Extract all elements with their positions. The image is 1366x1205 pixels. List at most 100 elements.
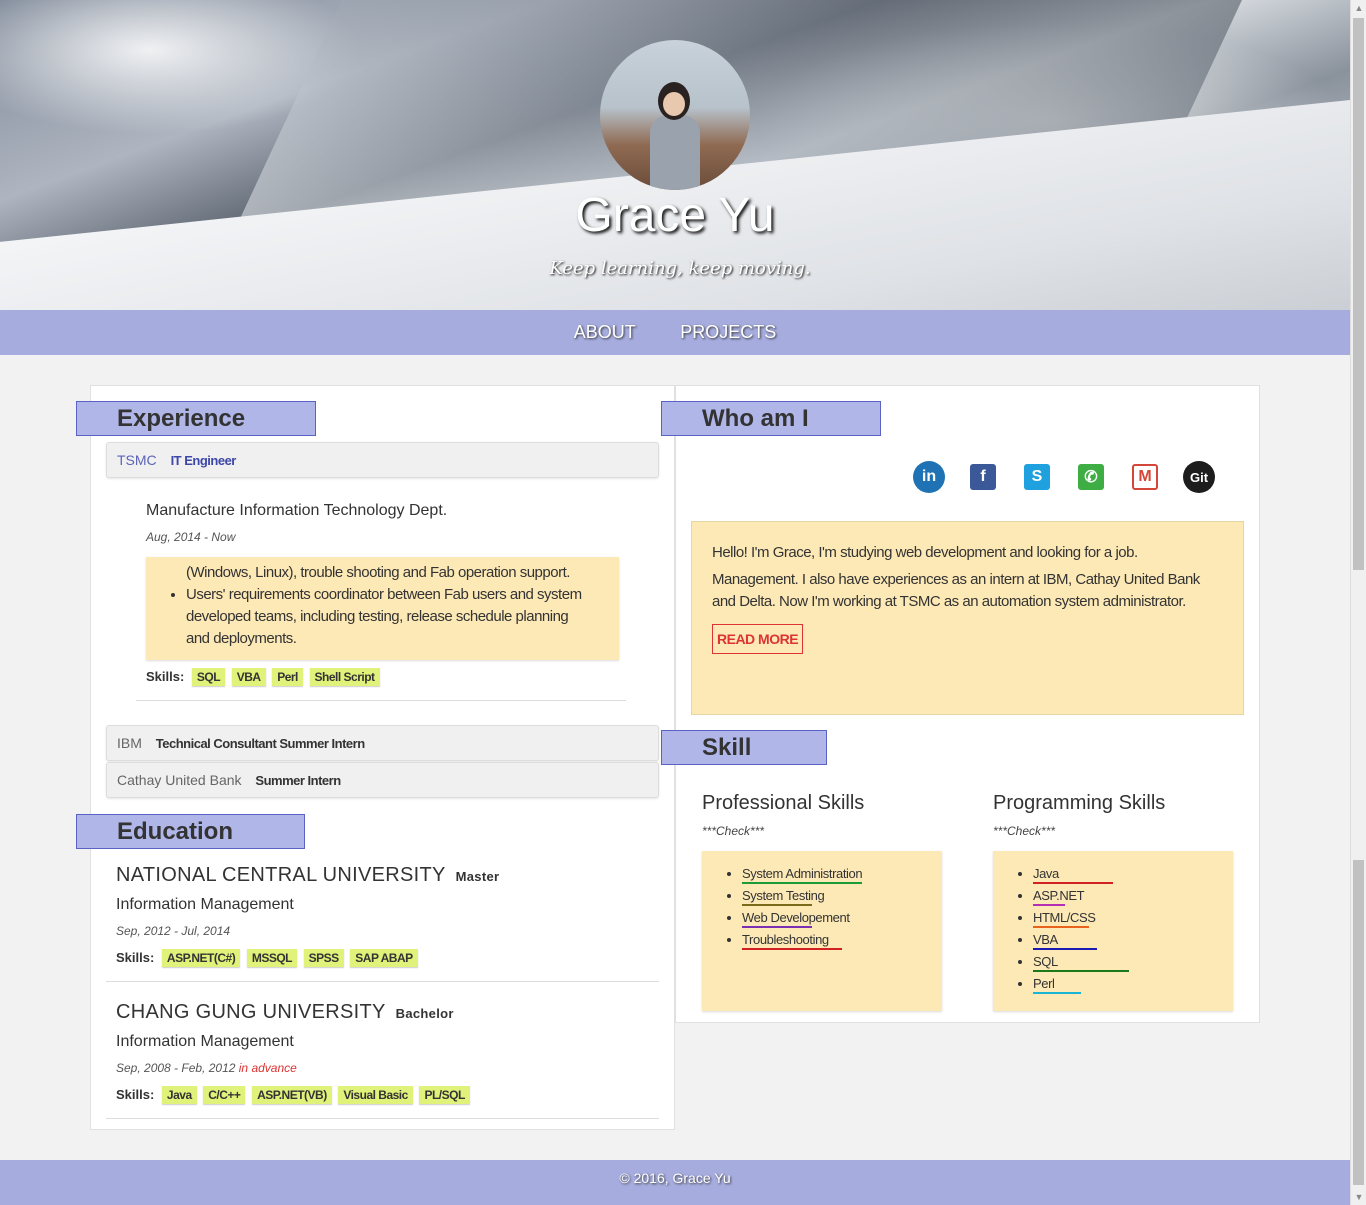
skill-item: Perl	[1033, 973, 1096, 995]
skill-chip: C/C++	[203, 1086, 246, 1104]
experience-heading: Experience	[76, 401, 316, 436]
scroll-up-icon[interactable]: ▲	[1354, 3, 1364, 13]
school-major: Information Management	[116, 896, 294, 913]
skill-chip: Visual Basic	[338, 1086, 413, 1104]
job-skills: Skills: SQL VBA Perl Shell Script	[146, 668, 383, 686]
check-note: ***Check***	[702, 824, 765, 838]
skill-chip: SPSS	[303, 949, 344, 967]
skill-level-bar	[1033, 926, 1089, 928]
skill-chip: ASP.NET(C#)	[161, 949, 241, 967]
skill-level-bar	[742, 904, 812, 906]
scroll-thumb[interactable]	[1353, 18, 1364, 570]
school-note: in advance	[238, 1061, 297, 1075]
skill-level-bar	[742, 882, 862, 884]
skill-level-bar	[1033, 992, 1081, 994]
job-duties: (Windows, Linux), trouble shooting and F…	[146, 557, 619, 660]
school-major: Information Management	[116, 1033, 294, 1050]
skype-icon[interactable]: S	[1024, 464, 1050, 490]
job-cathay[interactable]: Cathay United Bank Summer Intern	[106, 762, 659, 798]
skill-item: Java	[1033, 863, 1113, 885]
skill-chip: Shell Script	[309, 668, 380, 686]
job-title: Technical Consultant Summer Intern	[155, 736, 365, 751]
git-icon[interactable]: Git	[1183, 461, 1215, 493]
school-skills: Skills: Java C/C++ ASP.NET(VB) Visual Ba…	[116, 1086, 473, 1104]
job-ibm[interactable]: IBM Technical Consultant Summer Intern	[106, 725, 659, 761]
job-dept: Manufacture Information Technology Dept.	[146, 502, 448, 519]
avatar	[600, 40, 750, 190]
about-text-2: Management. I also have experiences as a…	[712, 571, 1200, 610]
skill-item: HTML/CSS	[1033, 907, 1096, 929]
skills-label: Skills:	[116, 1087, 155, 1102]
skill-item: System Administration	[742, 863, 863, 885]
scroll-track-lower	[1353, 860, 1364, 1185]
school-name: CHANG GUNG UNIVERSITY Bachelor	[116, 1001, 454, 1024]
skill-item: System Testing	[742, 885, 862, 907]
skill-level-bar	[1033, 970, 1129, 972]
who-heading: Who am I	[661, 401, 881, 436]
skills-label: Skills:	[116, 950, 155, 965]
programming-skills-title: Programming Skills	[993, 792, 1166, 814]
skill-heading: Skill	[661, 730, 827, 765]
job-title: Summer Intern	[255, 773, 341, 788]
school-degree: Master	[455, 869, 500, 884]
hero-banner: Grace Yu Keep learning, keep moving.	[0, 0, 1350, 310]
professional-skills-box: System AdministrationSystem TestingWeb D…	[702, 851, 942, 1011]
skill-item: Troubleshooting	[742, 929, 862, 951]
skill-item: SQL	[1033, 951, 1129, 973]
skill-chip: VBA	[231, 668, 266, 686]
nav-about[interactable]: ABOUT	[574, 310, 636, 355]
skill-chip: SAP ABAP	[350, 949, 418, 967]
skill-level-bar	[1033, 948, 1097, 950]
scroll-down-icon[interactable]: ▼	[1354, 1192, 1364, 1202]
divider	[106, 981, 659, 982]
job-date: Aug, 2014 - Now	[146, 530, 236, 544]
duty-item: Users' requirements coordinator between …	[186, 584, 586, 650]
school-name: NATIONAL CENTRAL UNIVERSITY Master	[116, 864, 499, 887]
gmail-icon[interactable]: M	[1132, 464, 1158, 490]
tagline: Keep learning, keep moving.	[549, 258, 811, 279]
skill-level-bar	[1033, 904, 1065, 906]
skill-level-bar	[1033, 882, 1113, 884]
job-tsmc[interactable]: TSMC IT Engineer	[106, 442, 659, 478]
skill-chip: PL/SQL	[419, 1086, 470, 1104]
page-title: Grace Yu	[575, 189, 775, 242]
school-date: Sep, 2012 - Jul, 2014	[116, 924, 231, 938]
education-heading: Education	[76, 814, 305, 849]
school-date: Sep, 2008 - Feb, 2012 in advance	[116, 1061, 297, 1075]
skill-item: Web Developement	[742, 907, 862, 929]
whatsapp-icon[interactable]: ✆	[1078, 464, 1104, 490]
job-company: Cathay United Bank	[117, 772, 242, 788]
job-company: TSMC	[117, 452, 157, 468]
facebook-icon[interactable]: f	[970, 464, 996, 490]
divider	[136, 700, 626, 701]
job-company: IBM	[117, 735, 142, 751]
school-title: NATIONAL CENTRAL UNIVERSITY	[116, 864, 446, 886]
check-note: ***Check***	[993, 824, 1056, 838]
divider	[106, 1118, 659, 1119]
read-more-button[interactable]: READ MORE	[712, 624, 804, 654]
skill-chip: SQL	[191, 668, 226, 686]
school-skills: Skills: ASP.NET(C#) MSSQL SPSS SAP ABAP	[116, 949, 421, 967]
school-title: CHANG GUNG UNIVERSITY	[116, 1001, 386, 1023]
linkedin-icon[interactable]: in	[913, 461, 945, 493]
skill-chip: ASP.NET(VB)	[252, 1086, 332, 1104]
nav-projects[interactable]: PROJECTS	[680, 310, 776, 355]
footer: © 2016, Grace Yu	[0, 1160, 1350, 1205]
professional-skills-title: Professional Skills	[702, 792, 865, 814]
skill-item: ASP.NET	[1033, 885, 1096, 907]
job-title: IT Engineer	[170, 453, 237, 468]
skill-level-bar	[742, 948, 842, 950]
skill-chip: Java	[161, 1086, 197, 1104]
skill-chip: MSSQL	[246, 949, 298, 967]
top-nav: ABOUT PROJECTS	[0, 310, 1350, 355]
skill-item: VBA	[1033, 929, 1097, 951]
skill-level-bar	[742, 926, 812, 928]
skills-label: Skills:	[146, 669, 185, 684]
school-degree: Bachelor	[395, 1006, 454, 1021]
scrollbar[interactable]: ▲ ▼	[1350, 0, 1366, 1205]
about-box: Hello! I'm Grace, I'm studying web devel…	[691, 521, 1244, 715]
skill-chip: Perl	[272, 668, 303, 686]
duty-text-partial: (Windows, Linux), trouble shooting and F…	[186, 564, 570, 581]
about-text-1: Hello! I'm Grace, I'm studying web devel…	[712, 544, 1138, 561]
programming-skills-box: JavaASP.NETHTML/CSSVBASQLPerl	[993, 851, 1233, 1011]
